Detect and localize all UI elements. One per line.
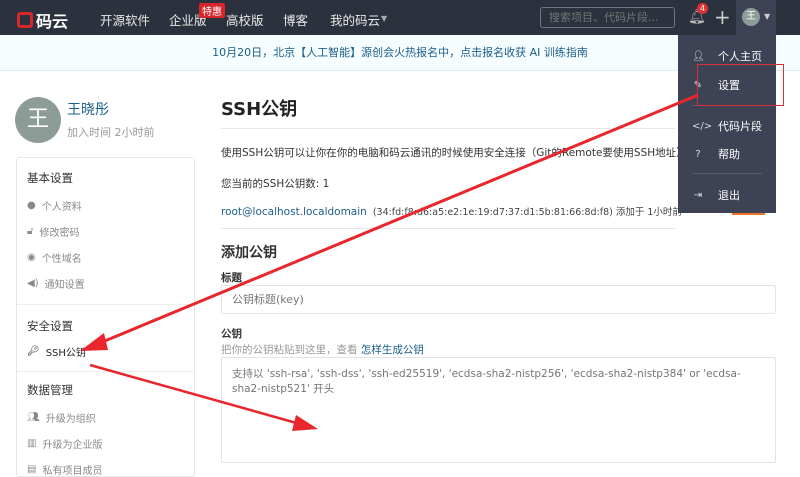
annotation-highlight-box: [697, 64, 784, 106]
building-icon: ▥: [27, 438, 37, 449]
volume-icon: ◀): [27, 278, 39, 289]
profile-avatar: 王: [15, 97, 61, 143]
title-label: 标题: [221, 272, 242, 284]
menu-label: 个人主页: [718, 50, 762, 63]
avatar: 王: [742, 8, 760, 26]
ssh-description: 使用SSH公钥可以让你在你的电脑和码云通讯的时候使用安全连接（Git的Remot…: [221, 147, 687, 159]
menu-item-logout[interactable]: ⇥ 退出: [692, 187, 740, 203]
plus-icon[interactable]: +: [714, 5, 731, 29]
search-input[interactable]: [540, 7, 675, 28]
section-security: 安全设置: [27, 319, 73, 333]
public-key-textarea[interactable]: [221, 357, 776, 463]
sidebar-item-label: 个人资料: [41, 202, 82, 213]
sidebar-item-label: 个性域名: [41, 254, 82, 265]
add-key-heading: 添加公钥: [221, 245, 277, 261]
nav-my-gitee[interactable]: 我的码云: [330, 10, 380, 29]
menu-item-snippets[interactable]: </> 代码片段: [692, 118, 762, 134]
section-basic: 基本设置: [27, 171, 73, 185]
section-data: 数据管理: [27, 383, 73, 397]
divider: [17, 304, 194, 305]
top-nav: 码云 开源软件 企业版 特惠 高校版 博客 我的码云 ▼ 🔔︎ 4 + 王 ▼: [0, 0, 800, 35]
chevron-down-icon: ▼: [381, 14, 388, 23]
key-label: 公钥: [221, 328, 242, 340]
sidebar-item-label: 修改密码: [39, 228, 80, 239]
key-hint: 把你的公钥粘贴到这里，查看 怎样生成公钥: [221, 342, 424, 357]
divider: [692, 173, 762, 174]
nav-education[interactable]: 高校版: [226, 10, 264, 29]
logo-text: 码云: [36, 12, 69, 31]
menu-label: 退出: [718, 189, 740, 202]
lock-icon: 🔓︎: [27, 226, 34, 237]
group-icon: 👥︎: [27, 412, 40, 423]
promo-badge: 特惠: [199, 3, 225, 18]
help-icon: ?: [695, 148, 701, 160]
divider: [17, 371, 194, 372]
sidebar-item-domain[interactable]: ◉ 个性域名: [27, 250, 82, 265]
join-time: 加入时间 2小时前: [67, 126, 155, 139]
menu-item-help[interactable]: ? 帮助: [692, 146, 740, 162]
key-name[interactable]: root@localhost.localdomain: [221, 206, 367, 218]
user-menu-button[interactable]: 王 ▼: [736, 0, 776, 35]
page-title: SSH公钥: [221, 99, 298, 120]
sidebar-item-label: 升级为企业版: [42, 440, 103, 451]
how-to-generate-link[interactable]: 怎样生成公钥: [361, 344, 424, 356]
menu-item-profile[interactable]: 👤︎ 个人主页: [692, 48, 762, 64]
ssh-key-row: root@localhost.localdomain (34:fd:f8:d6:a…: [221, 204, 682, 218]
code-icon: </>: [692, 120, 713, 132]
divider: [221, 228, 676, 229]
sidebar-item-ssh-keys[interactable]: 🔑︎ SSH公钥: [27, 344, 86, 359]
key-fingerprint: (34:fd:f8:d6:a5:e2:1e:19:d7:37:d1:5b:81:…: [372, 207, 682, 218]
nav-blog[interactable]: 博客: [283, 10, 308, 29]
ssh-key-count: 您当前的SSH公钥数: 1: [221, 178, 330, 190]
user-icon: 👤︎: [692, 50, 705, 62]
logo[interactable]: 码云: [17, 8, 68, 32]
user-name[interactable]: 王晓彤: [67, 99, 109, 119]
logo-icon: [17, 12, 33, 28]
sidebar-item-label: 通知设置: [44, 280, 85, 291]
settings-sidebar: 基本设置 ● 个人资料 🔓︎ 修改密码 ◉ 个性域名 ◀) 通知设置 安全设置 🔑︎ SS…: [16, 157, 195, 477]
user-dropdown-menu: 👤︎ 个人主页 ✎ 设置 </> 代码片段 ? 帮助 ⇥ 退出: [678, 35, 776, 213]
sidebar-item-profile[interactable]: ● 个人资料: [27, 198, 82, 213]
sidebar-item-upgrade-org[interactable]: 👥︎ 升级为组织: [27, 410, 96, 425]
key-hint-text: 把你的公钥粘贴到这里，查看: [221, 344, 358, 356]
sidebar-item-label: 升级为组织: [45, 414, 96, 425]
sidebar-item-notifications[interactable]: ◀) 通知设置: [27, 276, 85, 291]
chevron-down-icon: ▼: [764, 12, 771, 21]
logout-icon: ⇥: [693, 189, 703, 201]
compass-icon: ◉: [27, 252, 36, 263]
user-icon: ●: [27, 200, 36, 211]
nav-open-source[interactable]: 开源软件: [100, 10, 150, 29]
menu-label: 帮助: [718, 148, 740, 161]
sidebar-item-label: SSH公钥: [45, 348, 86, 359]
key-title-input[interactable]: [221, 285, 776, 314]
menu-label: 代码片段: [718, 120, 762, 133]
key-icon: 🔑︎: [27, 346, 40, 357]
notification-badge: 4: [697, 3, 708, 14]
sidebar-item-upgrade-enterprise[interactable]: ▥ 升级为企业版: [27, 436, 102, 451]
sidebar-item-password[interactable]: 🔓︎ 修改密码: [27, 224, 79, 239]
divider: [221, 128, 676, 129]
